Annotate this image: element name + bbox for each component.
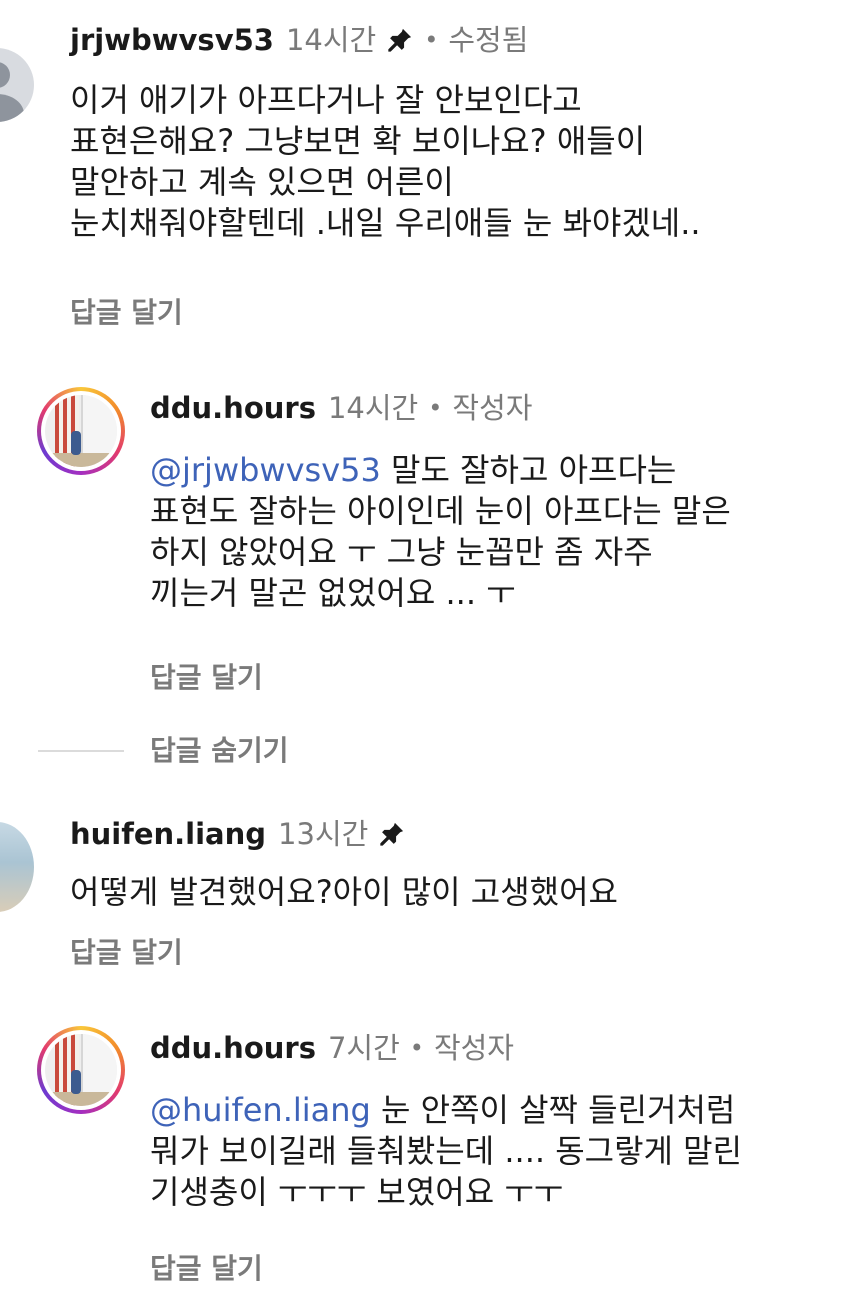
reply-text-block: @huifen.liang 눈 안쪽이 살짝 들린거처럼 뭐가 보이길래 들춰봤… [150, 1090, 742, 1213]
separator-dot: • [409, 1034, 424, 1062]
user-avatar[interactable] [0, 822, 34, 912]
floor [45, 1092, 117, 1106]
separator-dot: • [428, 394, 443, 422]
reply-text-block: @jrjwbwvsv53 말도 잘하고 아프다는 표현도 잘하는 아이인데 눈이… [150, 450, 731, 614]
edited-label: 수정됨 [448, 23, 529, 57]
reply-button[interactable]: 답글 달기 [150, 661, 263, 695]
avatar-photo [45, 395, 117, 467]
comment-header: huifen.liang 13시간 [70, 816, 406, 852]
mention-link[interactable]: @huifen.liang [150, 1091, 371, 1129]
child-figure [71, 1070, 81, 1094]
reply-header: ddu.hours 7시간 • 작성자 [150, 1030, 514, 1066]
default-avatar-head [0, 62, 10, 88]
floor [45, 453, 117, 467]
reply-button[interactable]: 답글 달기 [70, 296, 183, 330]
reply-username[interactable]: ddu.hours [150, 390, 316, 426]
comment-text: 이거 애기가 아프다거나 잘 안보인다고 표현은해요? 그냥보면 확 보이나요?… [70, 81, 701, 242]
user-avatar[interactable] [0, 48, 34, 122]
story-avatar[interactable] [37, 1026, 125, 1114]
child-figure [71, 431, 81, 455]
reply-time: 7시간 [327, 1031, 400, 1065]
reply-button[interactable]: 답글 달기 [70, 936, 183, 970]
pin-icon [380, 822, 404, 846]
author-badge: 작성자 [433, 1031, 514, 1065]
reply-time: 14시간 [327, 391, 419, 425]
story-avatar[interactable] [37, 387, 125, 475]
avatar-photo [45, 1034, 117, 1106]
comment-time: 14시간 [285, 23, 377, 57]
comment-username[interactable]: jrjwbwvsv53 [70, 22, 274, 58]
thread-divider [38, 750, 124, 752]
mention-link[interactable]: @jrjwbwvsv53 [150, 451, 381, 489]
comment-header: jrjwbwvsv53 14시간 • 수정됨 [70, 22, 528, 58]
comment-time: 13시간 [278, 817, 369, 851]
default-avatar-body [0, 94, 24, 122]
reply-button[interactable]: 답글 달기 [150, 1252, 263, 1286]
reply-username[interactable]: ddu.hours [150, 1030, 316, 1066]
author-badge: 작성자 [452, 391, 533, 425]
reply-header: ddu.hours 14시간 • 작성자 [150, 390, 532, 426]
comment-username[interactable]: huifen.liang [70, 816, 266, 852]
hide-replies-button[interactable]: 답글 숨기기 [150, 734, 289, 768]
separator-dot: • [424, 26, 439, 54]
pin-icon [388, 28, 412, 52]
comment-text: 어떻게 발견했어요?아이 많이 고생했어요 [70, 873, 618, 911]
